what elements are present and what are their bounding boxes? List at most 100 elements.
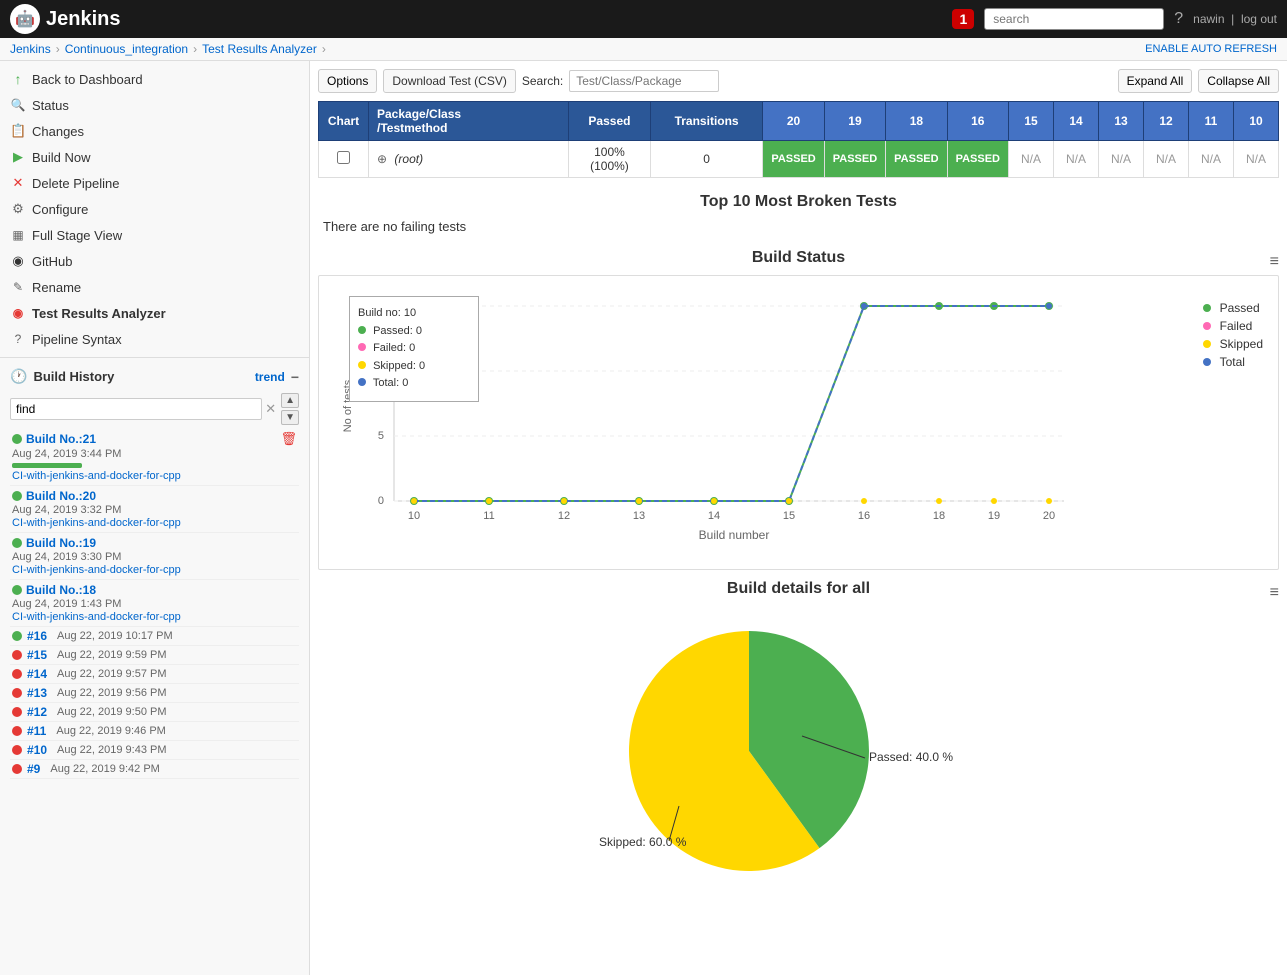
sidebar-item-build-now[interactable]: ▶ Build Now xyxy=(0,144,309,170)
expand-icon-root[interactable]: ⊕ xyxy=(377,152,387,166)
expand-all-button[interactable]: Expand All xyxy=(1118,69,1193,93)
build-status-root-12: N/A xyxy=(1144,141,1189,178)
search-input[interactable] xyxy=(984,8,1164,30)
svg-text:16: 16 xyxy=(858,510,870,522)
arrow-down-btn[interactable]: ▼ xyxy=(281,410,299,425)
svg-text:Passed: 40.0 %: Passed: 40.0 % xyxy=(869,750,953,764)
col-header-chart: Chart xyxy=(319,102,369,141)
build-short-num-12[interactable]: #12 xyxy=(27,705,47,719)
build-status-dot-12 xyxy=(12,707,22,717)
sidebar-item-status[interactable]: 🔍 Status xyxy=(0,92,309,118)
svg-text:20: 20 xyxy=(1043,510,1055,522)
build-details-menu-icon[interactable]: ≡ xyxy=(1270,584,1279,602)
legend-skipped-label: Skipped xyxy=(1220,337,1263,351)
logout-link[interactable]: log out xyxy=(1241,12,1277,26)
find-clear-btn[interactable]: ✕ xyxy=(265,401,276,417)
sidebar-label-pipeline: Pipeline Syntax xyxy=(32,332,122,347)
build-short-num-11[interactable]: #11 xyxy=(27,724,46,738)
col-header-transitions: Transitions xyxy=(650,102,762,141)
search-field[interactable] xyxy=(569,70,719,92)
build-short-num-10[interactable]: #10 xyxy=(27,743,47,757)
enable-auto-refresh-link[interactable]: ENABLE AUTO REFRESH xyxy=(1145,43,1277,55)
main-layout: ↑ Back to Dashboard 🔍 Status 📋 Changes ▶ xyxy=(0,61,1287,975)
breadcrumb-jenkins[interactable]: Jenkins xyxy=(10,42,51,56)
col-header-passed: Passed xyxy=(569,102,651,141)
build-list-item-12: #12 Aug 22, 2019 9:50 PM xyxy=(10,703,299,722)
tooltip-build-no: Build no: 10 xyxy=(358,305,470,323)
build-status-dot-16 xyxy=(12,631,22,641)
tooltip-passed-dot xyxy=(358,326,366,334)
build-num-link-18[interactable]: Build No.:18 xyxy=(26,583,96,597)
chart-tooltip: Build no: 10 Passed: 0 Failed: 0 Skipped… xyxy=(349,296,479,402)
chart-checkbox-input-root[interactable] xyxy=(337,151,350,164)
build-short-num-16[interactable]: #16 xyxy=(27,629,47,643)
arrow-buttons: ▲ ▼ xyxy=(281,393,299,425)
top-broken-title: Top 10 Most Broken Tests xyxy=(318,193,1279,211)
sidebar-item-full-stage-view[interactable]: ▦ Full Stage View xyxy=(0,222,309,248)
build-list-item-15: #15 Aug 22, 2019 9:59 PM xyxy=(10,646,299,665)
sidebar-item-tra[interactable]: ◉ Test Results Analyzer xyxy=(0,300,309,326)
arrow-up-btn[interactable]: ▲ xyxy=(281,393,299,408)
build-short-num-9[interactable]: #9 xyxy=(27,762,40,776)
svg-text:5: 5 xyxy=(378,430,384,442)
tooltip-total-dot xyxy=(358,378,366,386)
build-num-link-19[interactable]: Build No.:19 xyxy=(26,536,96,550)
build-short-num-14[interactable]: #14 xyxy=(27,667,47,681)
build-short-num-15[interactable]: #15 xyxy=(27,648,47,662)
sidebar-item-pipeline-syntax[interactable]: ? Pipeline Syntax xyxy=(0,326,309,352)
sidebar-label-github: GitHub xyxy=(32,254,72,269)
col-header-15: 15 xyxy=(1009,102,1054,141)
build-branch-18: CI-with-jenkins-and-docker-for-cpp xyxy=(12,611,297,623)
find-input[interactable] xyxy=(10,398,262,420)
sidebar-item-rename[interactable]: ✎ Rename xyxy=(0,274,309,300)
build-short-num-13[interactable]: #13 xyxy=(27,686,47,700)
build-status-chart-container: Build no: 10 Passed: 0 Failed: 0 Skipped… xyxy=(318,275,1279,570)
col-header-11: 11 xyxy=(1189,102,1234,141)
legend-passed-label: Passed xyxy=(1220,301,1260,315)
svg-text:19: 19 xyxy=(988,510,1000,522)
build-status-dot-14 xyxy=(12,669,22,679)
options-button[interactable]: Options xyxy=(318,69,377,93)
sidebar-label-delete: Delete Pipeline xyxy=(32,176,119,191)
search-label: Search: xyxy=(522,74,563,88)
sidebar-label-rename: Rename xyxy=(32,280,81,295)
build-delete-btn-21[interactable]: 🗑 xyxy=(280,431,297,447)
tooltip-total-val: 0 xyxy=(402,377,408,389)
collapse-build-history-btn[interactable]: − xyxy=(291,369,299,385)
pie-chart-svg: Passed: 40.0 % Skipped: 60.0 % xyxy=(549,616,1049,886)
col-header-18: 18 xyxy=(886,102,947,141)
chart-checkbox-root[interactable] xyxy=(319,141,369,178)
sidebar-item-back-to-dashboard[interactable]: ↑ Back to Dashboard xyxy=(0,66,309,92)
magnifier-icon: 🔍 xyxy=(10,97,26,113)
collapse-all-button[interactable]: Collapse All xyxy=(1198,69,1279,93)
build-date-20: Aug 24, 2019 3:32 PM xyxy=(12,503,297,517)
build-details-title-row: Build details for all ≡ xyxy=(318,580,1279,606)
sidebar: ↑ Back to Dashboard 🔍 Status 📋 Changes ▶ xyxy=(0,61,310,975)
breadcrumb-tra[interactable]: Test Results Analyzer xyxy=(202,42,317,56)
sidebar-item-delete-pipeline[interactable]: ✕ Delete Pipeline xyxy=(0,170,309,196)
build-status-menu-icon[interactable]: ≡ xyxy=(1270,253,1279,271)
breadcrumb-ci[interactable]: Continuous_integration xyxy=(65,42,188,56)
build-status-root-20: PASSED xyxy=(763,141,824,178)
sidebar-label-configure: Configure xyxy=(32,202,88,217)
svg-text:15: 15 xyxy=(783,510,795,522)
sidebar-label-changes: Changes xyxy=(32,124,84,139)
build-history-section: 🕐 Build History trend − ✕ ▲ ▼ Build N xyxy=(0,357,309,784)
build-list-item-18: Build No.:18 Aug 24, 2019 1:43 PM CI-wit… xyxy=(10,580,299,627)
sidebar-item-github[interactable]: ◉ GitHub xyxy=(0,248,309,274)
download-test-button[interactable]: Download Test (CSV) xyxy=(383,69,516,93)
svg-text:Skipped: 60.0 %: Skipped: 60.0 % xyxy=(599,835,687,849)
build-num-link-21[interactable]: Build No.:21 xyxy=(26,432,96,446)
table-row-root: ⊕ (root) 100%(100%) 0 PASSED PASSED PASS… xyxy=(319,141,1279,178)
build-num-link-20[interactable]: Build No.:20 xyxy=(26,489,96,503)
breadcrumb-sep-1: › xyxy=(56,42,60,56)
sidebar-item-changes[interactable]: 📋 Changes xyxy=(0,118,309,144)
github-icon: ◉ xyxy=(10,253,26,269)
content-toolbar: Options Download Test (CSV) Search: Expa… xyxy=(318,69,1279,93)
help-icon[interactable]: ? xyxy=(1174,10,1183,28)
jenkins-logo: 🤖 Jenkins xyxy=(10,4,120,34)
changes-icon: 📋 xyxy=(10,123,26,139)
notification-badge[interactable]: 1 xyxy=(952,9,974,29)
sidebar-item-configure[interactable]: ⚙ Configure xyxy=(0,196,309,222)
trend-link[interactable]: trend xyxy=(255,370,285,384)
